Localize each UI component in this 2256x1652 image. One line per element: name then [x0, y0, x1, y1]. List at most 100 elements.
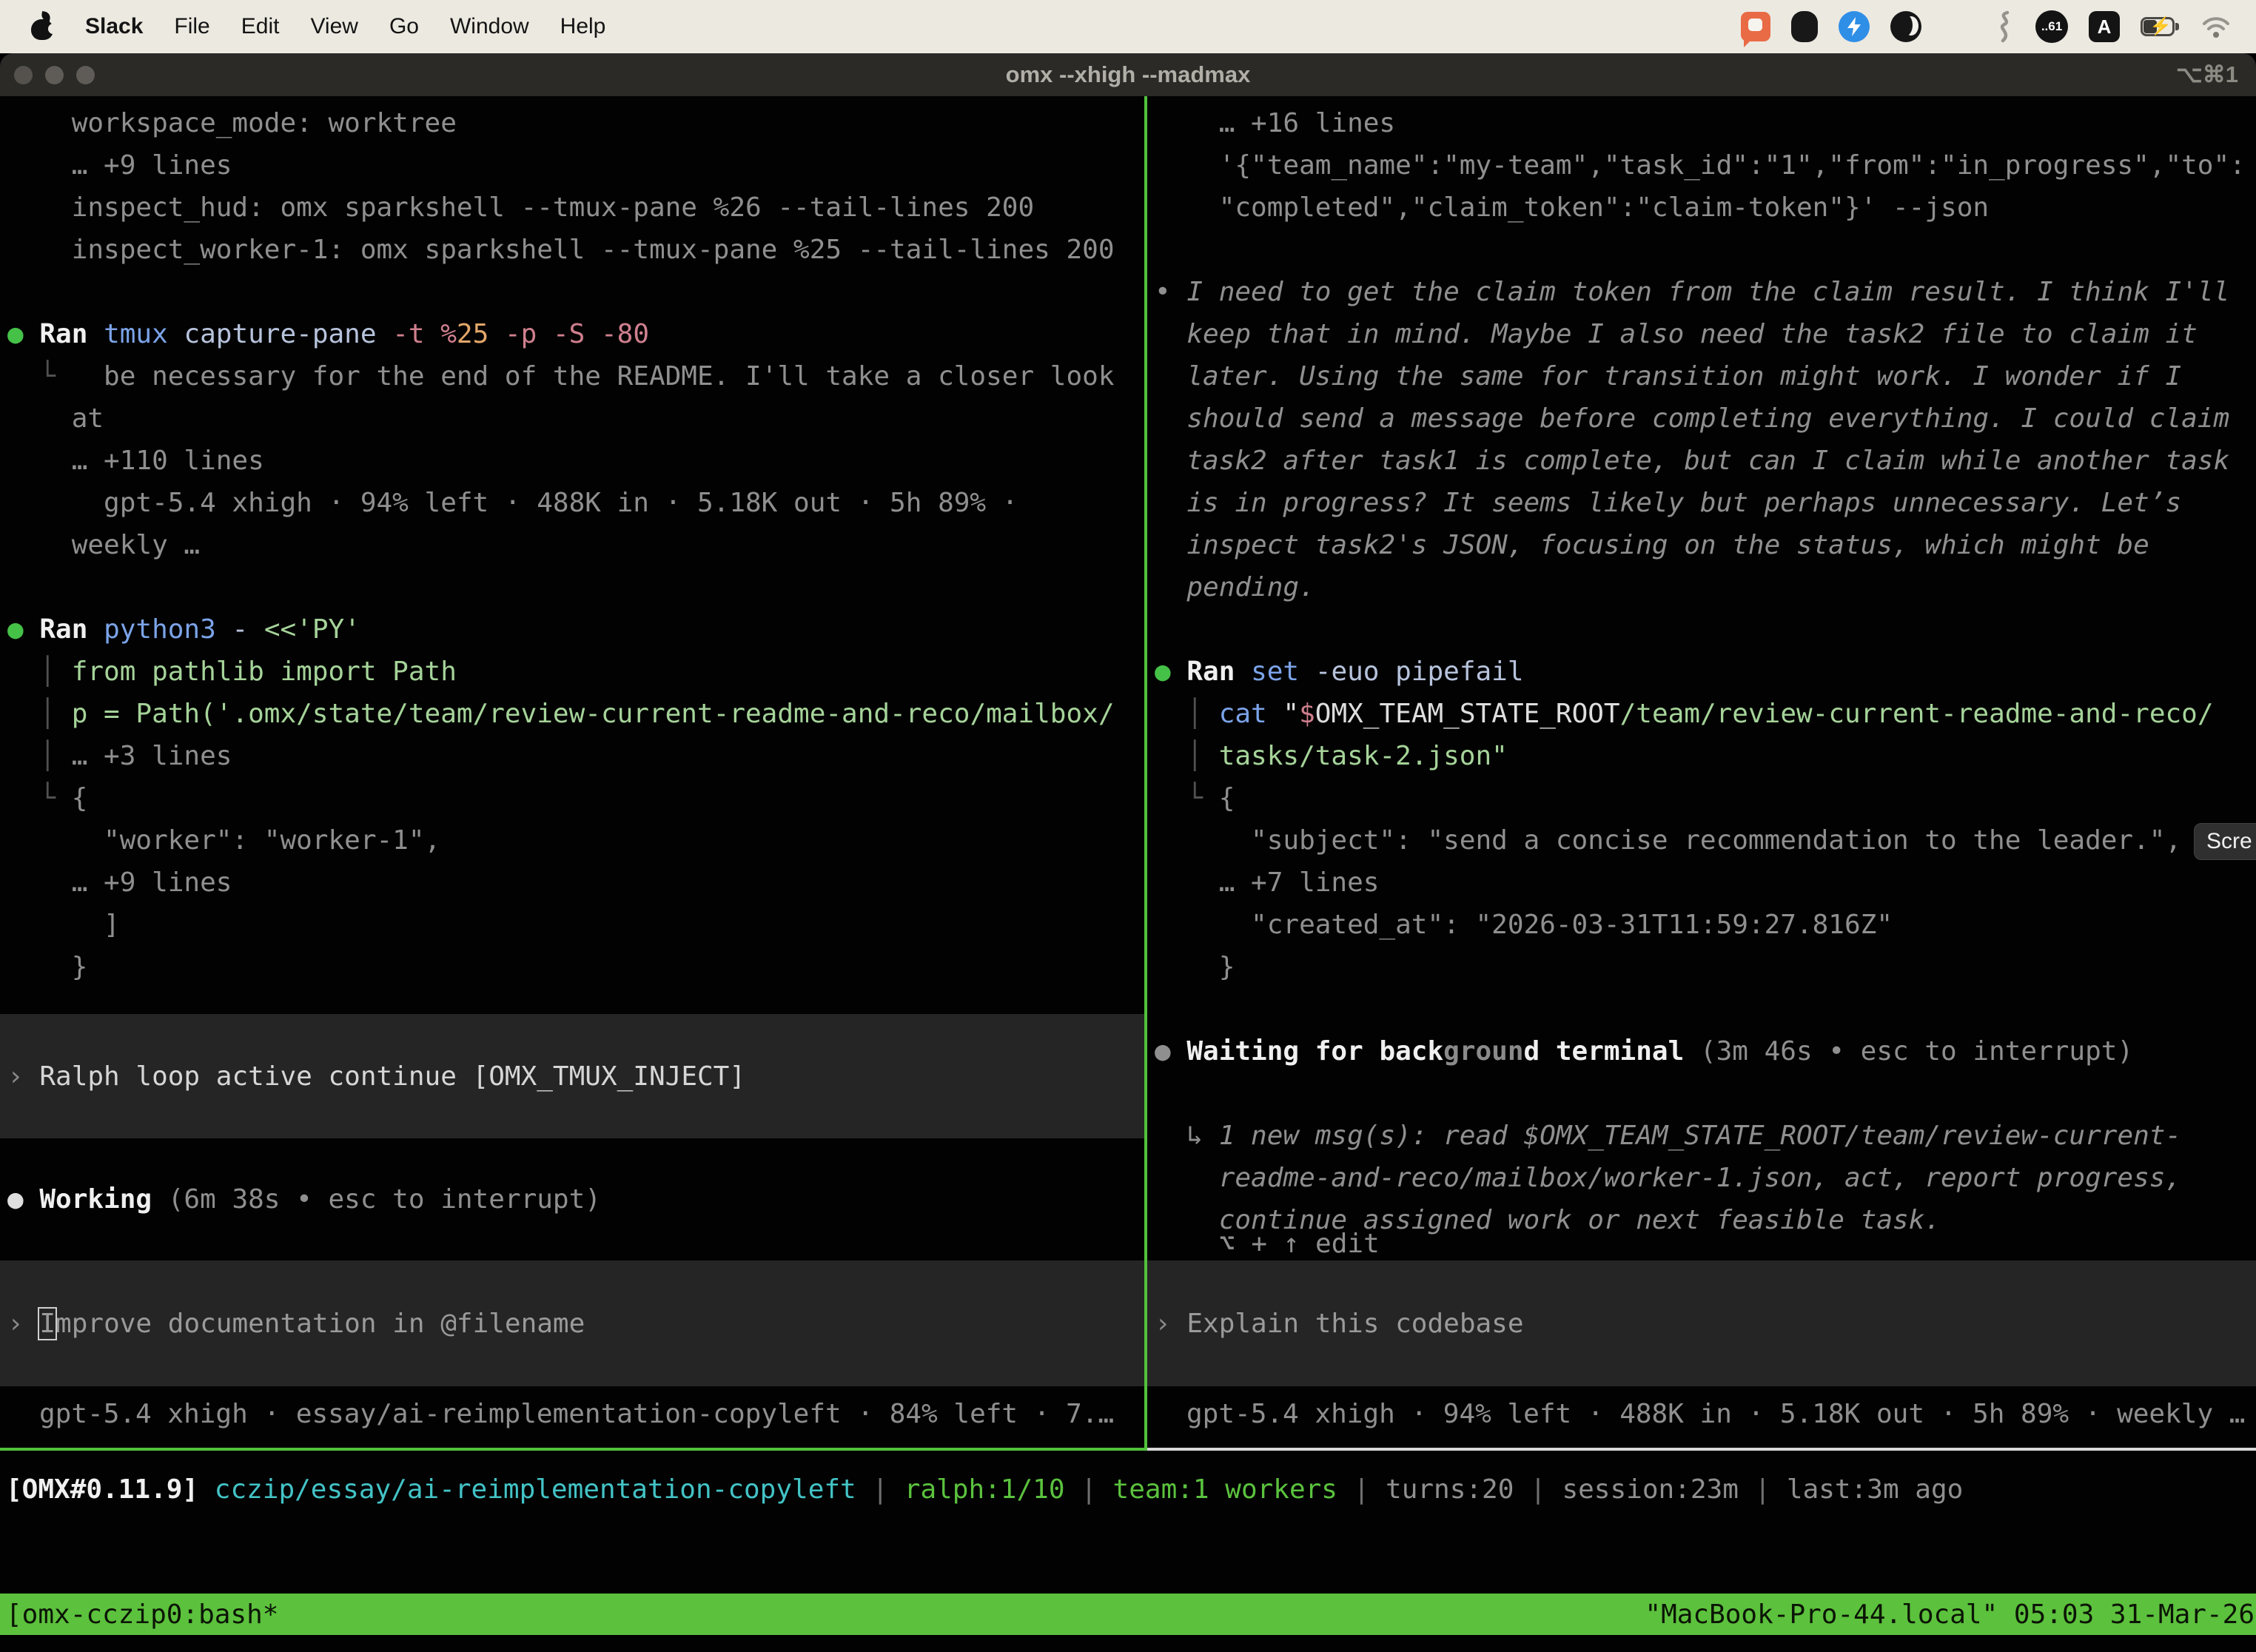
text-segment: p = Path('.omx/state/team/review-current…	[72, 699, 1115, 729]
terminal-line: "completed","claim_token":"claim-token"}…	[1155, 187, 2256, 229]
badge-61-icon[interactable]: ..61	[2035, 10, 2068, 43]
text-segment: }	[1155, 952, 1235, 982]
terminal-line: keep that in mind. Maybe I also need the…	[1155, 313, 2256, 355]
text-segment: {	[72, 783, 88, 813]
menu-item-file[interactable]: File	[158, 14, 225, 39]
text-segment: "	[1283, 699, 1299, 729]
working-status-line: ● Working (6m 38s • esc to interrupt)	[0, 1178, 1144, 1220]
terminal-line: ● Ran tmux capture-pane -t %25 -p -S -80	[7, 313, 1144, 355]
text-segment: {	[1219, 783, 1235, 813]
left-input-box[interactable]: › Improve documentation in @filename	[0, 1260, 1144, 1386]
terminal-line: └ be necessary for the end of the README…	[7, 355, 1144, 397]
letter-a-icon[interactable]: A	[2089, 11, 2120, 42]
terminal-line	[7, 566, 1144, 608]
text-segment: │	[1155, 699, 1219, 729]
queued-message-text: Ralph loop active continue [OMX_TMUX_INJ…	[39, 1061, 745, 1092]
text-segment: •	[1155, 277, 1186, 307]
text-cursor: I	[38, 1307, 57, 1340]
text-segment: Working	[39, 1184, 167, 1215]
menu-item-view[interactable]: View	[295, 14, 373, 39]
terminal-line: … +9 lines	[7, 144, 1144, 187]
text-segment: weekly …	[7, 530, 200, 560]
text-segment: session:23m	[1562, 1474, 1754, 1505]
apple-menu-icon[interactable]	[31, 13, 53, 40]
terminal-line: … +9 lines	[7, 862, 1144, 904]
text-segment: │	[1155, 741, 1219, 771]
text-segment: "worker": "worker-1",	[7, 825, 440, 856]
menu-item-go[interactable]: Go	[374, 14, 434, 39]
right-pane-border	[1147, 1448, 2256, 1451]
text-segment: capture-pane	[184, 319, 392, 349]
right-pane-output: … +16 lines '{"team_name":"my-team","tas…	[1147, 96, 2256, 1241]
text-segment: gpt-5.4 xhigh · 94% left · 488K in · 5.1…	[7, 488, 1018, 518]
terminal-line: }	[7, 946, 1144, 988]
text-segment: … +110 lines	[7, 446, 264, 476]
text-segment: inspect task2's JSON, focusing on the st…	[1155, 530, 2149, 560]
text-segment: │	[7, 699, 72, 729]
menu-item-slack[interactable]: Slack	[70, 14, 158, 39]
terminal-line: │ … +3 lines	[7, 735, 1144, 777]
text-segment: |	[1755, 1474, 1787, 1505]
text-segment: OMX_TEAM_STATE_ROOT	[1315, 699, 1620, 729]
window-shortcut-hint: ⌥⌘1	[2176, 61, 2238, 88]
squiggle-icon[interactable]	[1993, 10, 2015, 43]
prompt-icon: ›	[0, 1061, 39, 1092]
dots-grid-icon[interactable]	[1942, 12, 1972, 41]
badge-61-label: ..61	[2041, 19, 2062, 34]
terminal-line	[1155, 229, 2256, 271]
text-segment: │	[7, 741, 72, 771]
terminal-line: │ p = Path('.omx/state/team/review-curre…	[7, 693, 1144, 735]
text-segment: is in progress? It seems likely but perh…	[1155, 488, 2181, 518]
wifi-icon[interactable]	[2201, 15, 2231, 38]
text-segment: inspect_worker-1: omx sparkshell --tmux-…	[7, 235, 1115, 265]
terminal-line: workspace_mode: worktree	[7, 102, 1144, 144]
keypad-shield-icon[interactable]	[1791, 11, 1818, 42]
tmux-host-clock: "MacBook-Pro-44.local" 05:03 31-Mar-26	[1645, 1599, 2256, 1630]
text-segment: |	[1530, 1474, 1562, 1505]
menu-item-window[interactable]: Window	[434, 14, 545, 39]
terminal-line: … +7 lines	[1155, 862, 2256, 904]
text-segment: [OMX#0.11.9]	[6, 1474, 215, 1505]
text-segment: │	[7, 657, 72, 687]
terminal-line: gpt-5.4 xhigh · 94% left · 488K in · 5.1…	[7, 482, 1144, 524]
terminal-line: '{"team_name":"my-team","task_id":"1","f…	[1155, 144, 2256, 187]
letter-a-label: A	[2098, 16, 2112, 38]
terminal-line: "created_at": "2026-03-31T11:59:27.816Z"	[1155, 904, 2256, 946]
terminal-line: • I need to get the claim token from the…	[1155, 271, 2256, 313]
text-segment: I need to get the claim token from the c…	[1186, 277, 2229, 307]
menu-items: SlackFileEditViewGoWindowHelp	[70, 14, 621, 39]
text-segment: last:3m ago	[1787, 1474, 1963, 1505]
text-segment: Ran	[39, 319, 104, 349]
menu-item-help[interactable]: Help	[545, 14, 622, 39]
text-segment: ●	[1155, 1036, 1186, 1067]
terminal-line: ]	[7, 904, 1144, 946]
crescent-circle-icon[interactable]	[1890, 11, 1921, 42]
text-segment: -p -S -80	[505, 319, 649, 349]
text-segment: ralph:1/10	[904, 1474, 1081, 1505]
text-segment: -euo pipefail	[1315, 657, 1524, 687]
terminal-line	[7, 271, 1144, 313]
battery-icon[interactable]: ⚡	[2141, 17, 2181, 36]
left-pane[interactable]: workspace_mode: worktree … +9 lines insp…	[0, 96, 1144, 1451]
text-segment: should send a message before completing …	[1155, 403, 2229, 434]
text-segment: (6m 38s • esc to interrupt)	[168, 1184, 601, 1215]
terminal-line: … +16 lines	[1155, 102, 2256, 144]
edit-hint: ⌥ + ↑ edit	[1147, 1223, 2256, 1265]
text-segment: from pathlib import Path	[72, 657, 457, 687]
chat-bubble-icon[interactable]	[1741, 12, 1770, 41]
terminal-line: ● Ran set -euo pipefail	[1155, 651, 2256, 693]
text-segment: workspace_mode: worktree	[7, 108, 457, 138]
text-segment: '{"team_name":"my-team","task_id":"1","f…	[1155, 150, 2246, 181]
terminal-line: pending.	[1155, 566, 2256, 608]
text-segment: ●	[7, 614, 39, 645]
terminal-line: }	[1155, 946, 2256, 988]
bolt-badge-icon[interactable]	[1839, 11, 1870, 42]
text-segment: Ran	[1186, 657, 1251, 687]
terminal-line: at	[7, 397, 1144, 440]
text-segment: "completed","claim_token":"claim-token"}…	[1155, 192, 1989, 223]
text-segment: readme-and-reco/mailbox/worker-1.json, a…	[1155, 1163, 2181, 1193]
right-input-box[interactable]: › Explain this codebase	[1147, 1260, 2256, 1386]
text-segment: groun	[1443, 1036, 1523, 1067]
right-pane[interactable]: … +16 lines '{"team_name":"my-team","tas…	[1147, 96, 2256, 1451]
menu-item-edit[interactable]: Edit	[226, 14, 295, 39]
